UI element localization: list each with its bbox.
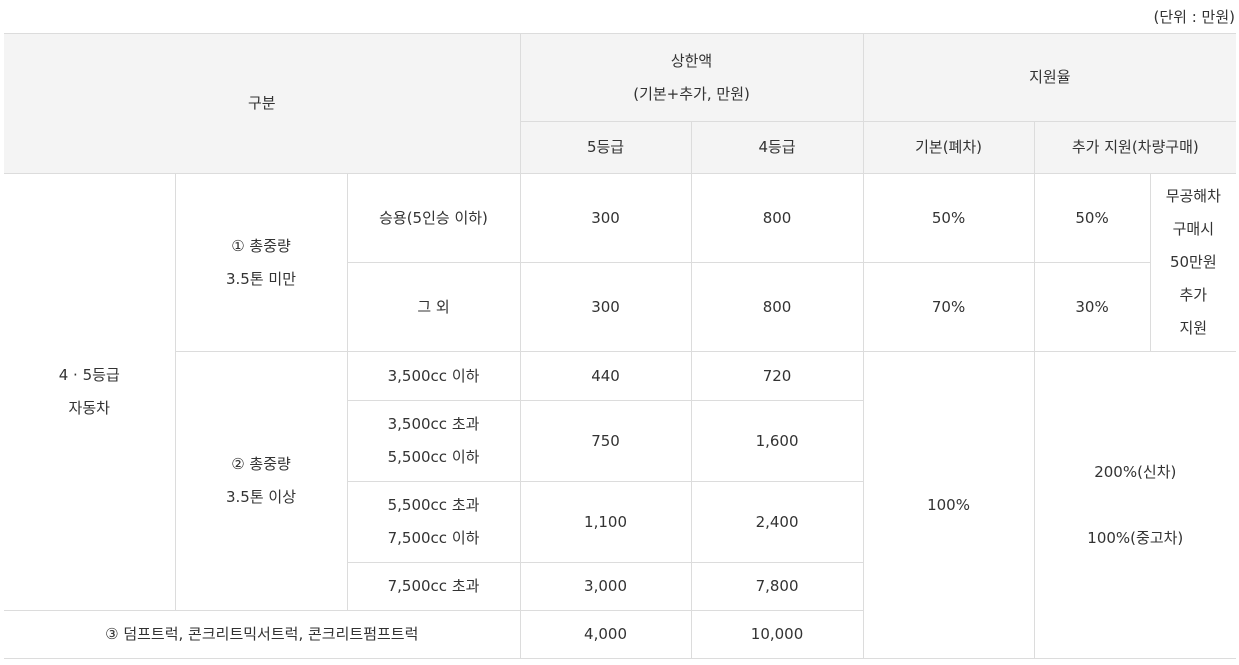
extra-note-line2: 구매시 bbox=[1172, 220, 1214, 238]
vehicle-class-line1: 4 · 5등급 bbox=[58, 366, 120, 384]
row1-additional: 50% bbox=[1033, 173, 1151, 263]
extra-note-line3: 50만원 bbox=[1169, 253, 1217, 271]
subsidy-table: 구분 상한액 (기본+추가, 만원) 지원율 5등급 4등급 기본(폐차) 추가… bbox=[4, 33, 1237, 659]
row5-grade4: 2,400 bbox=[690, 481, 864, 563]
extra-note-line5: 지원 bbox=[1179, 319, 1208, 337]
additional-used-car: 100%(중고차) bbox=[1087, 528, 1184, 547]
row3-grade4: 720 bbox=[690, 351, 864, 401]
row3-type: 3,500cc 이하 bbox=[346, 351, 521, 401]
row4-type-line1: 3,500cc 초과 bbox=[387, 415, 480, 433]
row2-type: 그 외 bbox=[347, 262, 521, 352]
row6-type: 7,500cc 초과 bbox=[347, 562, 521, 611]
row1-grade5: 300 bbox=[519, 173, 692, 263]
row4-grade5: 750 bbox=[519, 400, 692, 482]
additional-new-car: 200%(신차) bbox=[1094, 462, 1177, 481]
group2-label-line2: 3.5톤 이상 bbox=[225, 488, 297, 506]
row5-type-line2: 7,500cc 이하 bbox=[387, 529, 480, 547]
extra-note-line4: 추가 bbox=[1179, 286, 1208, 304]
row2-basic: 70% bbox=[862, 262, 1035, 352]
row1-grade4: 800 bbox=[690, 173, 864, 263]
group2-label-line1: ② 총중량 bbox=[231, 455, 291, 473]
row6-grade4: 7,800 bbox=[690, 562, 864, 611]
row1-basic: 50% bbox=[862, 173, 1035, 263]
group2-label: ② 총중량 3.5톤 이상 bbox=[175, 351, 348, 611]
row2-grade4: 800 bbox=[690, 262, 864, 352]
row5-type: 5,500cc 초과 7,500cc 이하 bbox=[347, 481, 521, 563]
row6-grade5: 3,000 bbox=[519, 562, 692, 611]
extra-support-note: 무공해차 구매시 50만원 추가 지원 bbox=[1149, 173, 1237, 352]
row4-type: 3,500cc 초과 5,500cc 이하 bbox=[347, 400, 521, 482]
vehicle-class-line2: 자동차 bbox=[68, 399, 110, 417]
header-cap: 상한액 (기본+추가, 만원) bbox=[519, 33, 864, 122]
row4-type-line2: 5,500cc 이하 bbox=[387, 448, 480, 466]
row5-type-line1: 5,500cc 초과 bbox=[387, 496, 480, 514]
row1-type: 승용(5인승 이하) bbox=[346, 173, 521, 263]
big-basic-rate: 100% bbox=[862, 351, 1035, 659]
unit-note: (단위 : 만원) bbox=[1153, 8, 1236, 26]
row3-grade5: 440 bbox=[519, 351, 692, 401]
header-cap-line1: 상한액 bbox=[670, 51, 713, 70]
header-additional: 추가 지원(차량구매) bbox=[1033, 121, 1237, 174]
row2-additional: 30% bbox=[1033, 262, 1151, 352]
row2-grade5: 300 bbox=[519, 262, 692, 352]
group1-label: ① 총중량 3.5톤 미만 bbox=[174, 173, 348, 352]
header-grade4: 4등급 bbox=[690, 121, 864, 174]
group1-label-line2: 3.5톤 미만 bbox=[225, 269, 297, 288]
header-grade5: 5등급 bbox=[520, 121, 692, 174]
extra-note-line1: 무공해차 bbox=[1165, 187, 1221, 205]
special-vehicles-label: ③ 덤프트럭, 콘크리트믹서트럭, 콘크리트펌프트럭 bbox=[4, 610, 521, 659]
header-support-rate: 지원율 bbox=[862, 33, 1237, 122]
special-grade4: 10,000 bbox=[690, 610, 864, 659]
special-grade5: 4,000 bbox=[519, 610, 692, 659]
row4-grade4: 1,600 bbox=[690, 400, 864, 482]
header-cap-line2: (기본+추가, 만원) bbox=[633, 84, 750, 103]
big-additional-rate: 200%(신차) 100%(중고차) bbox=[1033, 351, 1237, 659]
row5-grade5: 1,100 bbox=[519, 481, 692, 563]
additional-spacer bbox=[1035, 489, 1237, 522]
group1-label-line1: ① 총중량 bbox=[231, 236, 291, 255]
vehicle-class-cell: 4 · 5등급 자동차 bbox=[4, 173, 176, 611]
header-basic: 기본(폐차) bbox=[862, 121, 1035, 174]
header-category: 구분 bbox=[4, 33, 521, 174]
